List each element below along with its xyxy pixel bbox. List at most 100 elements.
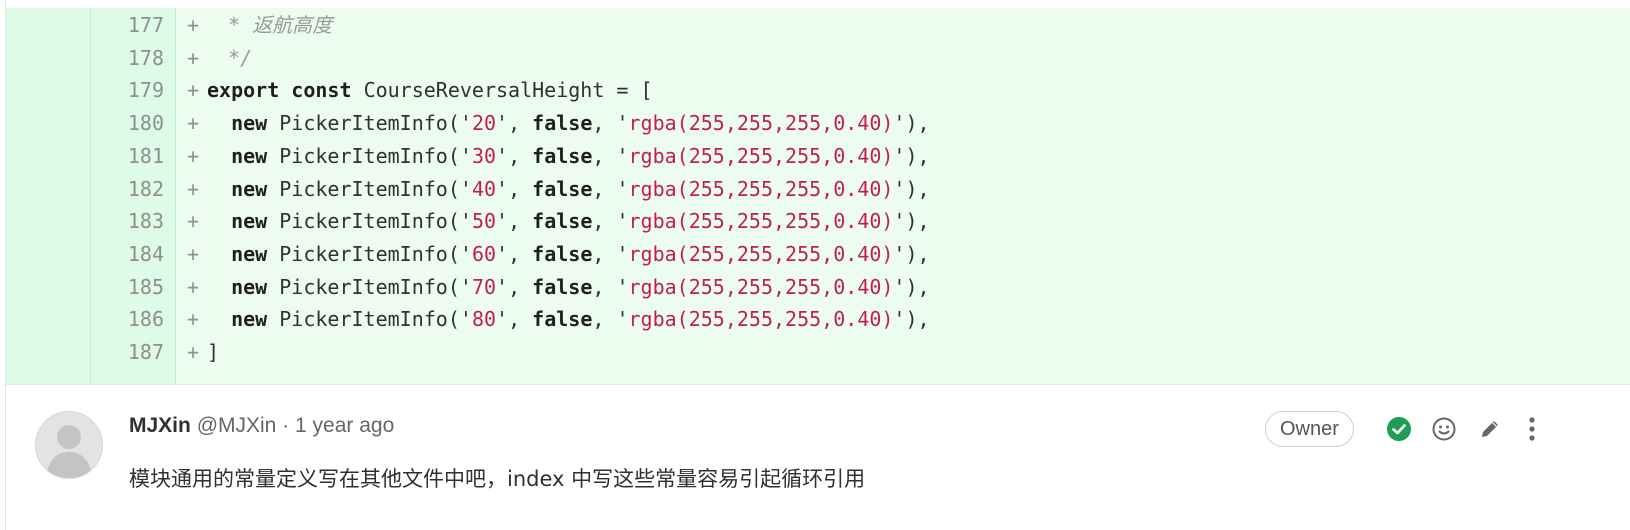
emoji-icon [1432, 417, 1456, 441]
more-actions-button[interactable] [1515, 412, 1549, 446]
diff-line: 185 + new PickerItemInfo('70', false, 'rg… [6, 270, 1630, 304]
added-marker: + [187, 45, 200, 70]
boolean-literal: false [532, 143, 593, 168]
keyword: const [291, 78, 352, 103]
string-literal: 70 [471, 274, 497, 299]
added-marker: + [187, 340, 200, 364]
line-number[interactable]: 185 [91, 270, 164, 304]
role-badge: Owner [1265, 411, 1354, 447]
line-number[interactable]: 187 [91, 335, 164, 369]
punctuation: (' [447, 176, 472, 201]
string-literal: 20 [471, 111, 497, 136]
code-content: * 返航高度 [216, 8, 332, 42]
keyword: new [231, 307, 268, 332]
added-marker: + [187, 307, 200, 332]
identifier: PickerItemInfo [279, 143, 448, 168]
resolve-thread-button[interactable] [1382, 412, 1416, 446]
punctuation: '), [893, 241, 930, 266]
punctuation: = [ [604, 78, 653, 103]
diff-line: 186 + new PickerItemInfo('80', false, 'rg… [6, 302, 1630, 336]
punctuation: ] [207, 340, 220, 364]
line-number[interactable]: 186 [91, 302, 164, 336]
punctuation: (' [447, 241, 472, 266]
line-number[interactable]: 179 [91, 73, 164, 107]
merge-request-diff-view: 177 + * 返航高度 178 + */ 179 + export const Cours… [5, 0, 1630, 530]
identifier: PickerItemInfo [279, 241, 448, 266]
line-number[interactable]: 181 [91, 139, 164, 173]
code-comment: */ [216, 45, 253, 70]
punctuation: , ' [592, 274, 629, 299]
boolean-literal: false [532, 241, 593, 266]
string-literal: 50 [471, 209, 497, 234]
author-name[interactable]: MJXin [129, 414, 191, 437]
string-literal: 60 [471, 241, 497, 266]
punctuation: (' [447, 111, 472, 136]
line-number[interactable]: 182 [91, 172, 164, 206]
author-handle[interactable]: @MJXin [197, 414, 277, 437]
add-reaction-button[interactable] [1427, 412, 1461, 446]
code-content: new PickerItemInfo('40', false, 'rgba(25… [207, 172, 929, 206]
string-literal: rgba(255,255,255,0.40) [628, 111, 894, 136]
punctuation: , ' [592, 307, 629, 332]
identifier: PickerItemInfo [279, 209, 448, 234]
edit-comment-button[interactable] [1473, 412, 1507, 446]
more-vertical-icon [1529, 417, 1535, 441]
keyword: new [231, 209, 268, 234]
punctuation: ', [496, 111, 533, 136]
line-number[interactable]: 177 [91, 8, 164, 42]
punctuation: ', [496, 209, 533, 234]
punctuation: ', [496, 274, 533, 299]
code-content: new PickerItemInfo('70', false, 'rgba(25… [207, 270, 929, 304]
string-literal: rgba(255,255,255,0.40) [628, 241, 894, 266]
punctuation: (' [447, 143, 472, 168]
note-timestamp[interactable]: 1 year ago [295, 414, 394, 437]
diff-line: 177 + * 返航高度 [6, 8, 1630, 42]
punctuation: ', [496, 176, 533, 201]
line-number[interactable]: 180 [91, 106, 164, 140]
added-marker: + [187, 78, 200, 103]
punctuation: , ' [592, 209, 629, 234]
line-number[interactable]: 184 [91, 237, 164, 271]
keyword: new [231, 176, 268, 201]
punctuation: ', [496, 307, 533, 332]
line-number[interactable]: 178 [91, 41, 164, 75]
string-literal: 80 [471, 307, 497, 332]
added-marker: + [187, 111, 200, 136]
diff-line: 181 + new PickerItemInfo('30', false, 'rg… [6, 139, 1630, 173]
resolve-check-icon [1387, 417, 1411, 441]
string-literal: rgba(255,255,255,0.40) [628, 143, 894, 168]
added-marker: + [187, 274, 200, 299]
header-separator: · [282, 414, 290, 437]
punctuation: '), [893, 143, 930, 168]
string-literal: 40 [471, 176, 497, 201]
diff-line: 179 + export const CourseReversalHeight = … [6, 73, 1630, 107]
diff-line: 178 + */ [6, 41, 1630, 75]
keyword: new [231, 241, 268, 266]
avatar[interactable] [35, 411, 103, 479]
punctuation: '), [893, 209, 930, 234]
identifier: PickerItemInfo [279, 176, 448, 201]
boolean-literal: false [532, 111, 593, 136]
line-number[interactable]: 183 [91, 204, 164, 238]
added-marker: + [187, 176, 200, 201]
diff-line: 187 +] [6, 335, 1630, 369]
punctuation: (' [447, 307, 472, 332]
added-marker: + [187, 241, 200, 266]
diff-line: 183 + new PickerItemInfo('50', false, 'rg… [6, 204, 1630, 238]
keyword: new [231, 111, 268, 136]
